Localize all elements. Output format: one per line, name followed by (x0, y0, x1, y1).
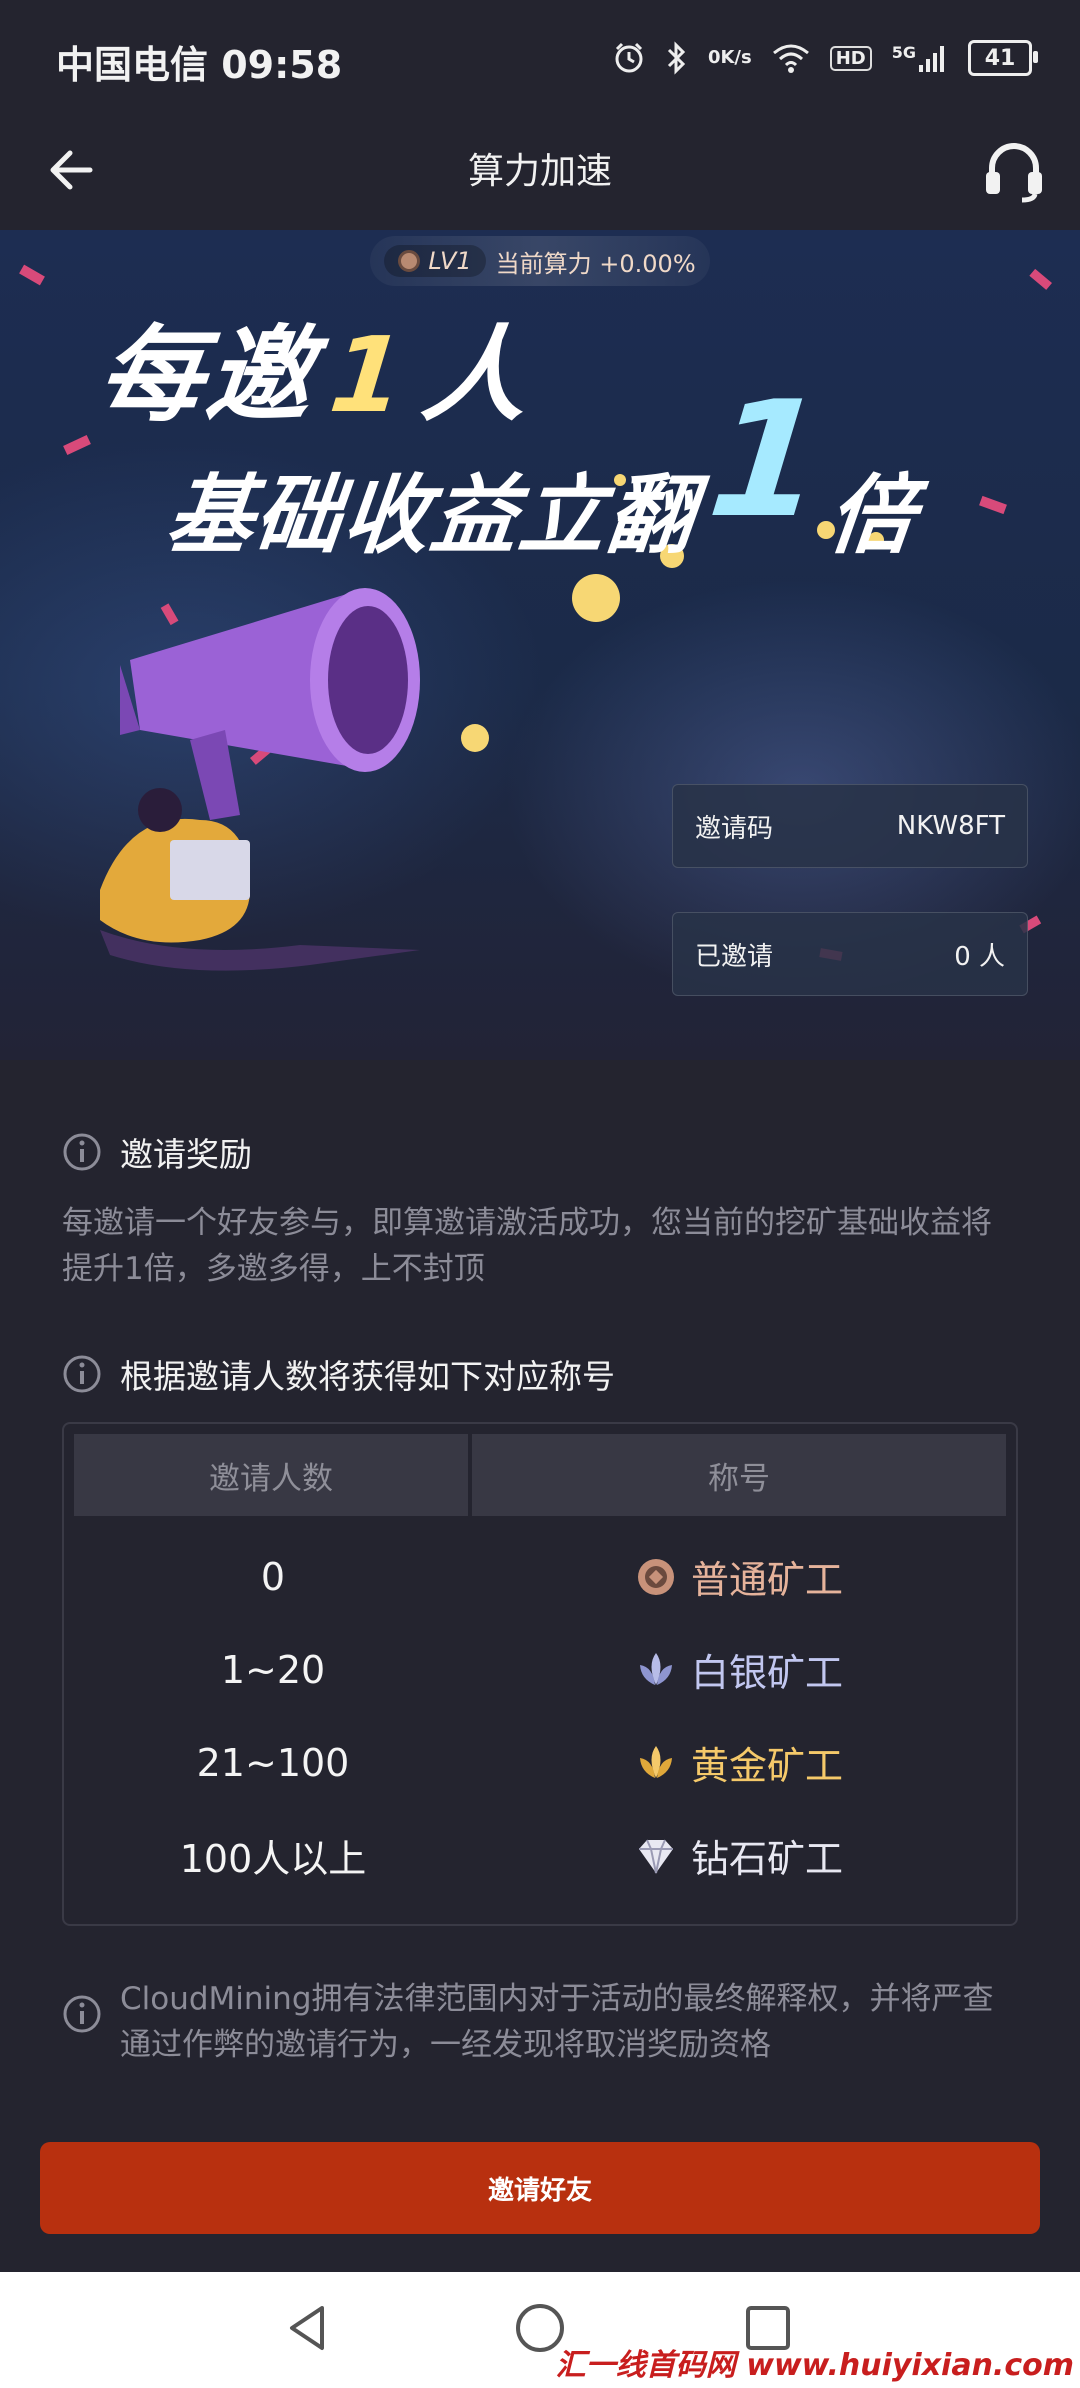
invited-label: 已邀请 (695, 941, 774, 972)
status-icons: 0 K/s HD 5G 41 (612, 28, 1038, 88)
alarm-icon (612, 41, 646, 75)
status-bar: 中国电信 09:58 0 K/s HD 5G 41 (0, 0, 1080, 118)
watermark: 汇一线首码网 www.huiyixian.com (555, 2348, 1074, 2383)
hd-badge: HD (829, 45, 872, 71)
net-speed: 0 K/s (707, 47, 752, 68)
reward-description: 每邀请一个好友参与，即算邀请激活成功，您当前的挖矿基础收益将提升1倍，多邀多得，… (62, 1205, 992, 1287)
nav-back-triangle-icon[interactable] (280, 2300, 336, 2356)
table-row: 100人以上 钻石矿工 (74, 1809, 1006, 1902)
info-icon (63, 1355, 101, 1393)
table-row: 21~100 黄金矿工 (74, 1716, 1006, 1809)
silver-leaf-icon (639, 1652, 672, 1685)
invite-code-card[interactable]: 邀请码 NKW8FT (672, 784, 1028, 868)
row-title: 白银矿工 (472, 1642, 1006, 1697)
battery-icon: 41 (968, 40, 1038, 76)
current-power-text: 当前算力 +0.00% (495, 249, 696, 278)
column-header-title: 称号 (472, 1434, 1006, 1516)
invite-friends-button[interactable]: 邀请好友 (40, 2142, 1040, 2234)
column-header-count: 邀请人数 (74, 1434, 468, 1516)
level-pill: LV1 当前算力 +0.00% (370, 236, 710, 286)
level-label: LV1 (428, 247, 472, 275)
invite-code-label: 邀请码 (695, 813, 774, 844)
row-count: 1~20 (220, 1647, 326, 1692)
diamond-icon (638, 1839, 673, 1873)
table-row: 1~20 白银矿工 (74, 1623, 1006, 1716)
row-title: 钻石矿工 (472, 1828, 1006, 1883)
reward-heading: 邀请奖励 (62, 1128, 252, 1176)
row-title: 普通矿工 (472, 1549, 1006, 1604)
level-badge: LV1 (384, 245, 486, 277)
carrier-time: 中国电信 09:58 (56, 43, 343, 87)
megaphone-illustration (100, 588, 420, 971)
table-header: 邀请人数 称号 (74, 1434, 1006, 1516)
page-title: 算力加速 (467, 151, 612, 192)
support-button[interactable] (978, 134, 1050, 206)
disclaimer-text: CloudMining拥有法律范围内对于活动的最终解释权，并将严查通过作弊的邀请… (120, 1981, 994, 2063)
titles-heading-text: 根据邀请人数将获得如下对应称号 (120, 1357, 615, 1396)
coin-icon (398, 250, 421, 272)
headset-icon (986, 143, 1042, 203)
gold-leaf-icon (639, 1745, 672, 1778)
disclaimer: CloudMining拥有法律范围内对于活动的最终解释权，并将严查通过作弊的邀请… (62, 1976, 1022, 2068)
system-navigation-bar: 汇一线首码网 www.huiyixian.com (0, 2272, 1080, 2388)
invite-code-value: NKW8FT (896, 811, 1005, 841)
hero-banner: LV1 当前算力 +0.00% 每邀1人 基础收益立翻1倍 邀请码 NKW8FT… (0, 230, 1080, 1060)
nav-bar: 算力加速 (0, 118, 1080, 230)
reward-title: 邀请奖励 (120, 1135, 252, 1174)
coin-icon (637, 1558, 674, 1595)
row-count: 0 (260, 1554, 286, 1599)
invited-value: 0 人 (954, 941, 1005, 972)
table-row: 0 普通矿工 (74, 1530, 1006, 1623)
row-title: 黄金矿工 (472, 1735, 1006, 1790)
row-count: 100人以上 (179, 1837, 367, 1881)
wifi-icon (772, 43, 810, 73)
titles-heading: 根据邀请人数将获得如下对应称号 (62, 1350, 615, 1398)
headline-line-2: 基础收益立翻1倍 (162, 366, 922, 566)
titles-table: 邀请人数 称号 0 普通矿工 1~20 白银矿工 21~100 黄金矿工 100… (62, 1422, 1018, 1926)
invited-count-card: 已邀请 0 人 (672, 912, 1028, 996)
bluetooth-icon (666, 41, 688, 75)
row-count: 21~100 (196, 1740, 350, 1785)
info-icon (63, 1995, 101, 2033)
signal-icon: 5G (892, 43, 948, 73)
info-icon (63, 1133, 101, 1171)
